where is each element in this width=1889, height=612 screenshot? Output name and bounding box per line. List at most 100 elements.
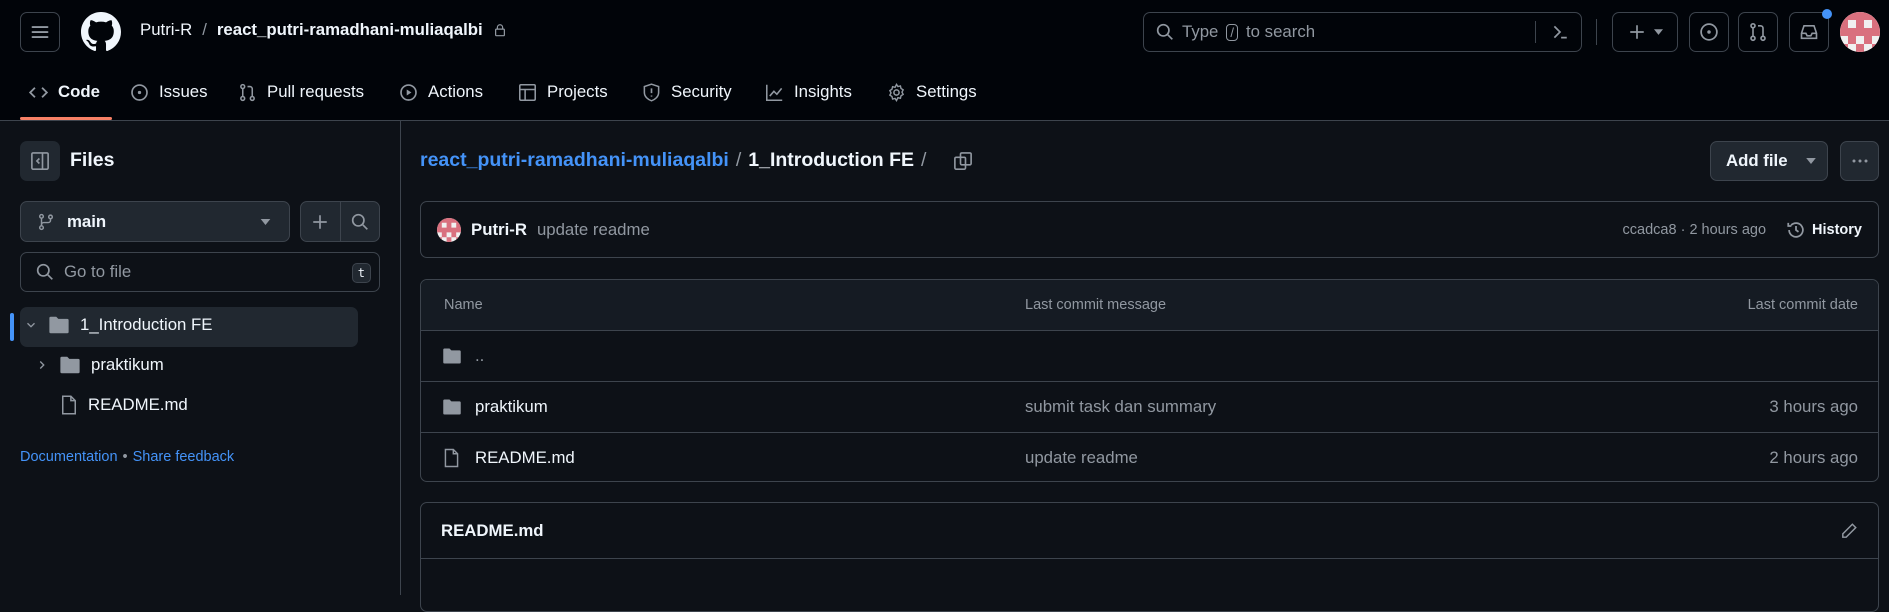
- pull-request-icon: [240, 83, 255, 101]
- history-button[interactable]: History: [1786, 220, 1862, 240]
- shield-icon: [643, 82, 660, 102]
- search-input[interactable]: Type / to search: [1143, 12, 1582, 52]
- tree-item-1-introduction-fe[interactable]: 1_Introduction FE: [24, 315, 212, 335]
- search-tree-button[interactable]: [341, 202, 380, 241]
- sidebar-title: Files: [70, 149, 115, 171]
- add-file-dropdown-button[interactable]: Add file: [1710, 141, 1828, 181]
- github-logo-icon[interactable]: [81, 12, 121, 52]
- pencil-icon[interactable]: [1840, 522, 1858, 540]
- table-row: praktikum submit task dan summary 3 hour…: [421, 381, 1878, 432]
- search-icon: [36, 263, 53, 280]
- footer-separator: •: [122, 449, 128, 465]
- caret-down-icon: [1653, 29, 1663, 35]
- tab-label: Code: [58, 82, 100, 101]
- tab-label: Projects: [547, 82, 608, 101]
- tab-actions[interactable]: Actions: [399, 74, 483, 110]
- history-label: History: [1812, 221, 1862, 238]
- gear-icon: [888, 82, 905, 102]
- issues-button[interactable]: [1689, 12, 1729, 52]
- file-table: Name Last commit message Last commit dat…: [420, 279, 1879, 482]
- chevron-right-icon: [39, 361, 45, 369]
- selected-indicator: [10, 313, 14, 341]
- search-shortcut-key: /: [1226, 23, 1239, 41]
- table-row: README.md update readme 2 hours ago: [421, 432, 1878, 481]
- table-row-parent[interactable]: ..: [421, 330, 1878, 381]
- tab-label: Settings: [916, 82, 977, 101]
- folder-icon: [443, 348, 461, 364]
- search-placeholder-suffix: to search: [1246, 22, 1316, 41]
- tab-projects[interactable]: Projects: [518, 74, 608, 110]
- tab-code[interactable]: Code: [29, 74, 100, 110]
- tree-item-label: praktikum: [91, 355, 164, 374]
- file-name-link[interactable]: praktikum: [475, 397, 548, 417]
- tree-actions-group: [300, 201, 380, 242]
- add-file-label: Add file: [1726, 151, 1788, 170]
- commit-message[interactable]: update readme: [537, 220, 650, 240]
- search-placeholder-prefix: Type: [1182, 22, 1219, 41]
- create-new-button[interactable]: [1612, 12, 1678, 52]
- collapse-sidebar-button[interactable]: [20, 141, 60, 181]
- active-tab-underline: [20, 117, 112, 120]
- tab-pull-requests[interactable]: Pull requests: [238, 74, 364, 110]
- commit-author[interactable]: Putri-R: [471, 220, 527, 240]
- column-header-date: Last commit date: [1747, 297, 1858, 313]
- lock-icon: [494, 24, 505, 37]
- add-file-button[interactable]: [301, 202, 341, 241]
- command-palette-icon[interactable]: [1551, 23, 1569, 41]
- caret-down-icon: [260, 219, 271, 225]
- breadcrumb-separator: /: [735, 149, 742, 171]
- tab-settings[interactable]: Settings: [887, 74, 977, 110]
- pull-request-icon: [1750, 22, 1766, 42]
- branch-icon: [38, 213, 54, 230]
- tab-label: Security: [671, 82, 732, 101]
- tab-issues[interactable]: Issues: [130, 74, 208, 110]
- branch-name: main: [67, 211, 107, 231]
- kebab-horizontal-icon: [1852, 159, 1867, 163]
- shortcut-key: t: [351, 263, 371, 283]
- folder-icon: [443, 399, 461, 415]
- history-icon: [1787, 221, 1804, 238]
- plus-icon: [313, 214, 327, 229]
- caret-down-icon: [1805, 158, 1816, 164]
- commit-date: 3 hours ago: [1769, 397, 1858, 416]
- column-header-message: Last commit message: [1025, 297, 1167, 313]
- menu-button[interactable]: [20, 12, 60, 52]
- tree-item-praktikum[interactable]: praktikum: [35, 355, 164, 375]
- file-name-link[interactable]: README.md: [475, 448, 575, 468]
- column-header-name: Name: [444, 297, 483, 313]
- breadcrumb-repo-link[interactable]: react_putri-ramadhani-muliaqalbi: [420, 149, 729, 172]
- breadcrumb-trailing-separator: /: [921, 149, 927, 171]
- more-options-button[interactable]: [1840, 141, 1879, 181]
- commit-meta[interactable]: ccadca8 · 2 hours ago: [1623, 222, 1766, 238]
- commit-message-link[interactable]: update readme: [1025, 448, 1138, 468]
- tree-item-readme[interactable]: README.md: [60, 395, 188, 415]
- latest-commit-box: Putri-R update readme ccadca8 · 2 hours …: [420, 201, 1879, 258]
- tab-label: Actions: [428, 82, 484, 101]
- issue-icon: [1700, 23, 1718, 41]
- readme-title[interactable]: README.md: [441, 521, 544, 541]
- table-icon: [519, 83, 536, 101]
- user-avatar[interactable]: [1840, 12, 1880, 52]
- file-name-link[interactable]: ..: [475, 346, 484, 366]
- owner-link[interactable]: Putri-R: [140, 20, 192, 40]
- folder-icon: [60, 356, 80, 374]
- pull-requests-button[interactable]: [1738, 12, 1778, 52]
- sidebar-collapse-icon: [31, 152, 49, 170]
- branch-selector[interactable]: main: [20, 201, 290, 242]
- tab-security[interactable]: Security: [642, 74, 732, 110]
- play-icon: [400, 83, 417, 101]
- commit-message-link[interactable]: submit task dan summary: [1025, 397, 1216, 417]
- issue-icon: [131, 83, 148, 101]
- go-to-file-input[interactable]: Go to file t: [20, 252, 380, 292]
- copy-path-icon[interactable]: [953, 151, 973, 171]
- global-header: Putri-R / react_putri-ramadhani-muliaqal…: [0, 0, 1889, 121]
- chevron-down-icon: [27, 322, 35, 328]
- share-feedback-link[interactable]: Share feedback: [133, 449, 235, 465]
- tab-insights[interactable]: Insights: [765, 74, 852, 110]
- tree-item-label: README.md: [88, 395, 188, 414]
- search-icon: [351, 213, 368, 230]
- commit-author-avatar: [437, 217, 461, 242]
- documentation-link[interactable]: Documentation: [20, 449, 118, 465]
- breadcrumb-current: 1_Introduction FE: [748, 149, 914, 171]
- repo-link[interactable]: react_putri-ramadhani-muliaqalbi: [217, 20, 483, 40]
